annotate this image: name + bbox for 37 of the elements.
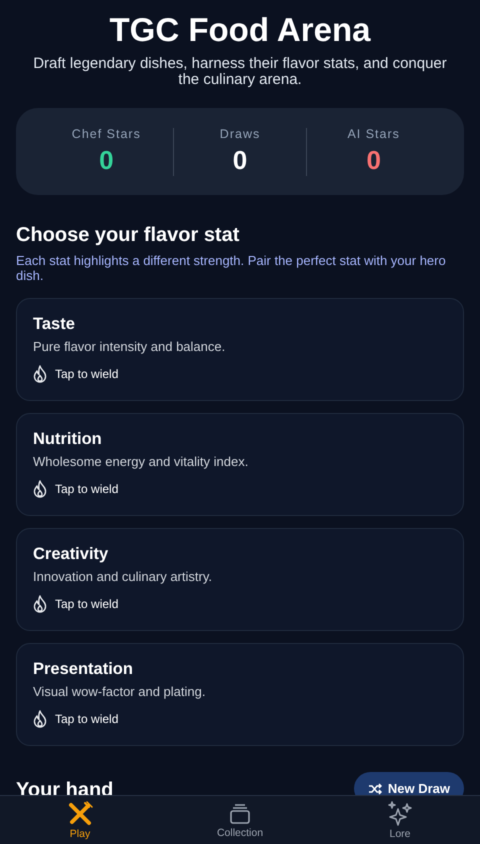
flame-icon <box>33 710 47 728</box>
section-description: Each stat highlights a different strength. Pair the perfect stat with your hero dish. <box>16 253 447 283</box>
stat-name: Creativity <box>33 544 110 564</box>
stat-name: Presentation <box>33 659 134 679</box>
score-label: Chef Stars <box>72 127 141 141</box>
stat-name: Taste <box>33 314 76 334</box>
action-hint: Tap to wield <box>55 597 118 611</box>
stat-description: Visual wow-factor and plating. <box>33 684 206 699</box>
stat-card[interactable]: Taste Pure flavor intensity and balance. Tap to wield <box>16 298 464 401</box>
new-draw-button[interactable]: New Draw <box>354 772 464 796</box>
app-subtitle: Draft legendary dishes, harness their flavor stats, and conquer the culinary arena. <box>32 56 448 88</box>
sparkles-icon <box>387 800 413 826</box>
score-label: Draws <box>220 127 260 141</box>
action-hint: Tap to wield <box>55 367 118 381</box>
flame-icon <box>33 480 47 498</box>
section-title: Choose your flavor stat <box>16 223 240 247</box>
score-value: 0 <box>366 145 381 176</box>
score-label: AI Stars <box>347 127 400 141</box>
stat-card[interactable]: Creativity Innovation and culinary artistry. Tap to wield <box>16 528 464 631</box>
flame-icon <box>33 595 47 613</box>
action-hint: Tap to wield <box>55 712 118 726</box>
action-hint: Tap to wield <box>55 482 118 496</box>
nav-tab[interactable]: Lore <box>320 796 480 844</box>
stat-card[interactable]: Presentation Visual wow-factor and plating. Tap to wield <box>16 643 464 746</box>
shuffle-icon <box>368 782 382 794</box>
stat-description: Pure flavor intensity and balance. <box>33 339 226 354</box>
stat-description: Innovation and culinary artistry. <box>33 569 213 584</box>
stat-description: Wholesome energy and vitality index. <box>33 454 250 469</box>
card-stack-icon <box>228 802 252 826</box>
stat-card[interactable]: Nutrition Wholesome energy and vitality index. Tap to wield <box>16 413 464 516</box>
nav-tab[interactable]: Play <box>0 796 160 844</box>
nav-tab[interactable]: Collection <box>160 796 320 844</box>
app-title: TGC Food Arena <box>108 10 372 50</box>
stat-name: Nutrition <box>33 429 103 449</box>
score-value: 0 <box>99 145 114 176</box>
flame-icon <box>33 365 47 383</box>
score-value: 0 <box>232 145 248 176</box>
